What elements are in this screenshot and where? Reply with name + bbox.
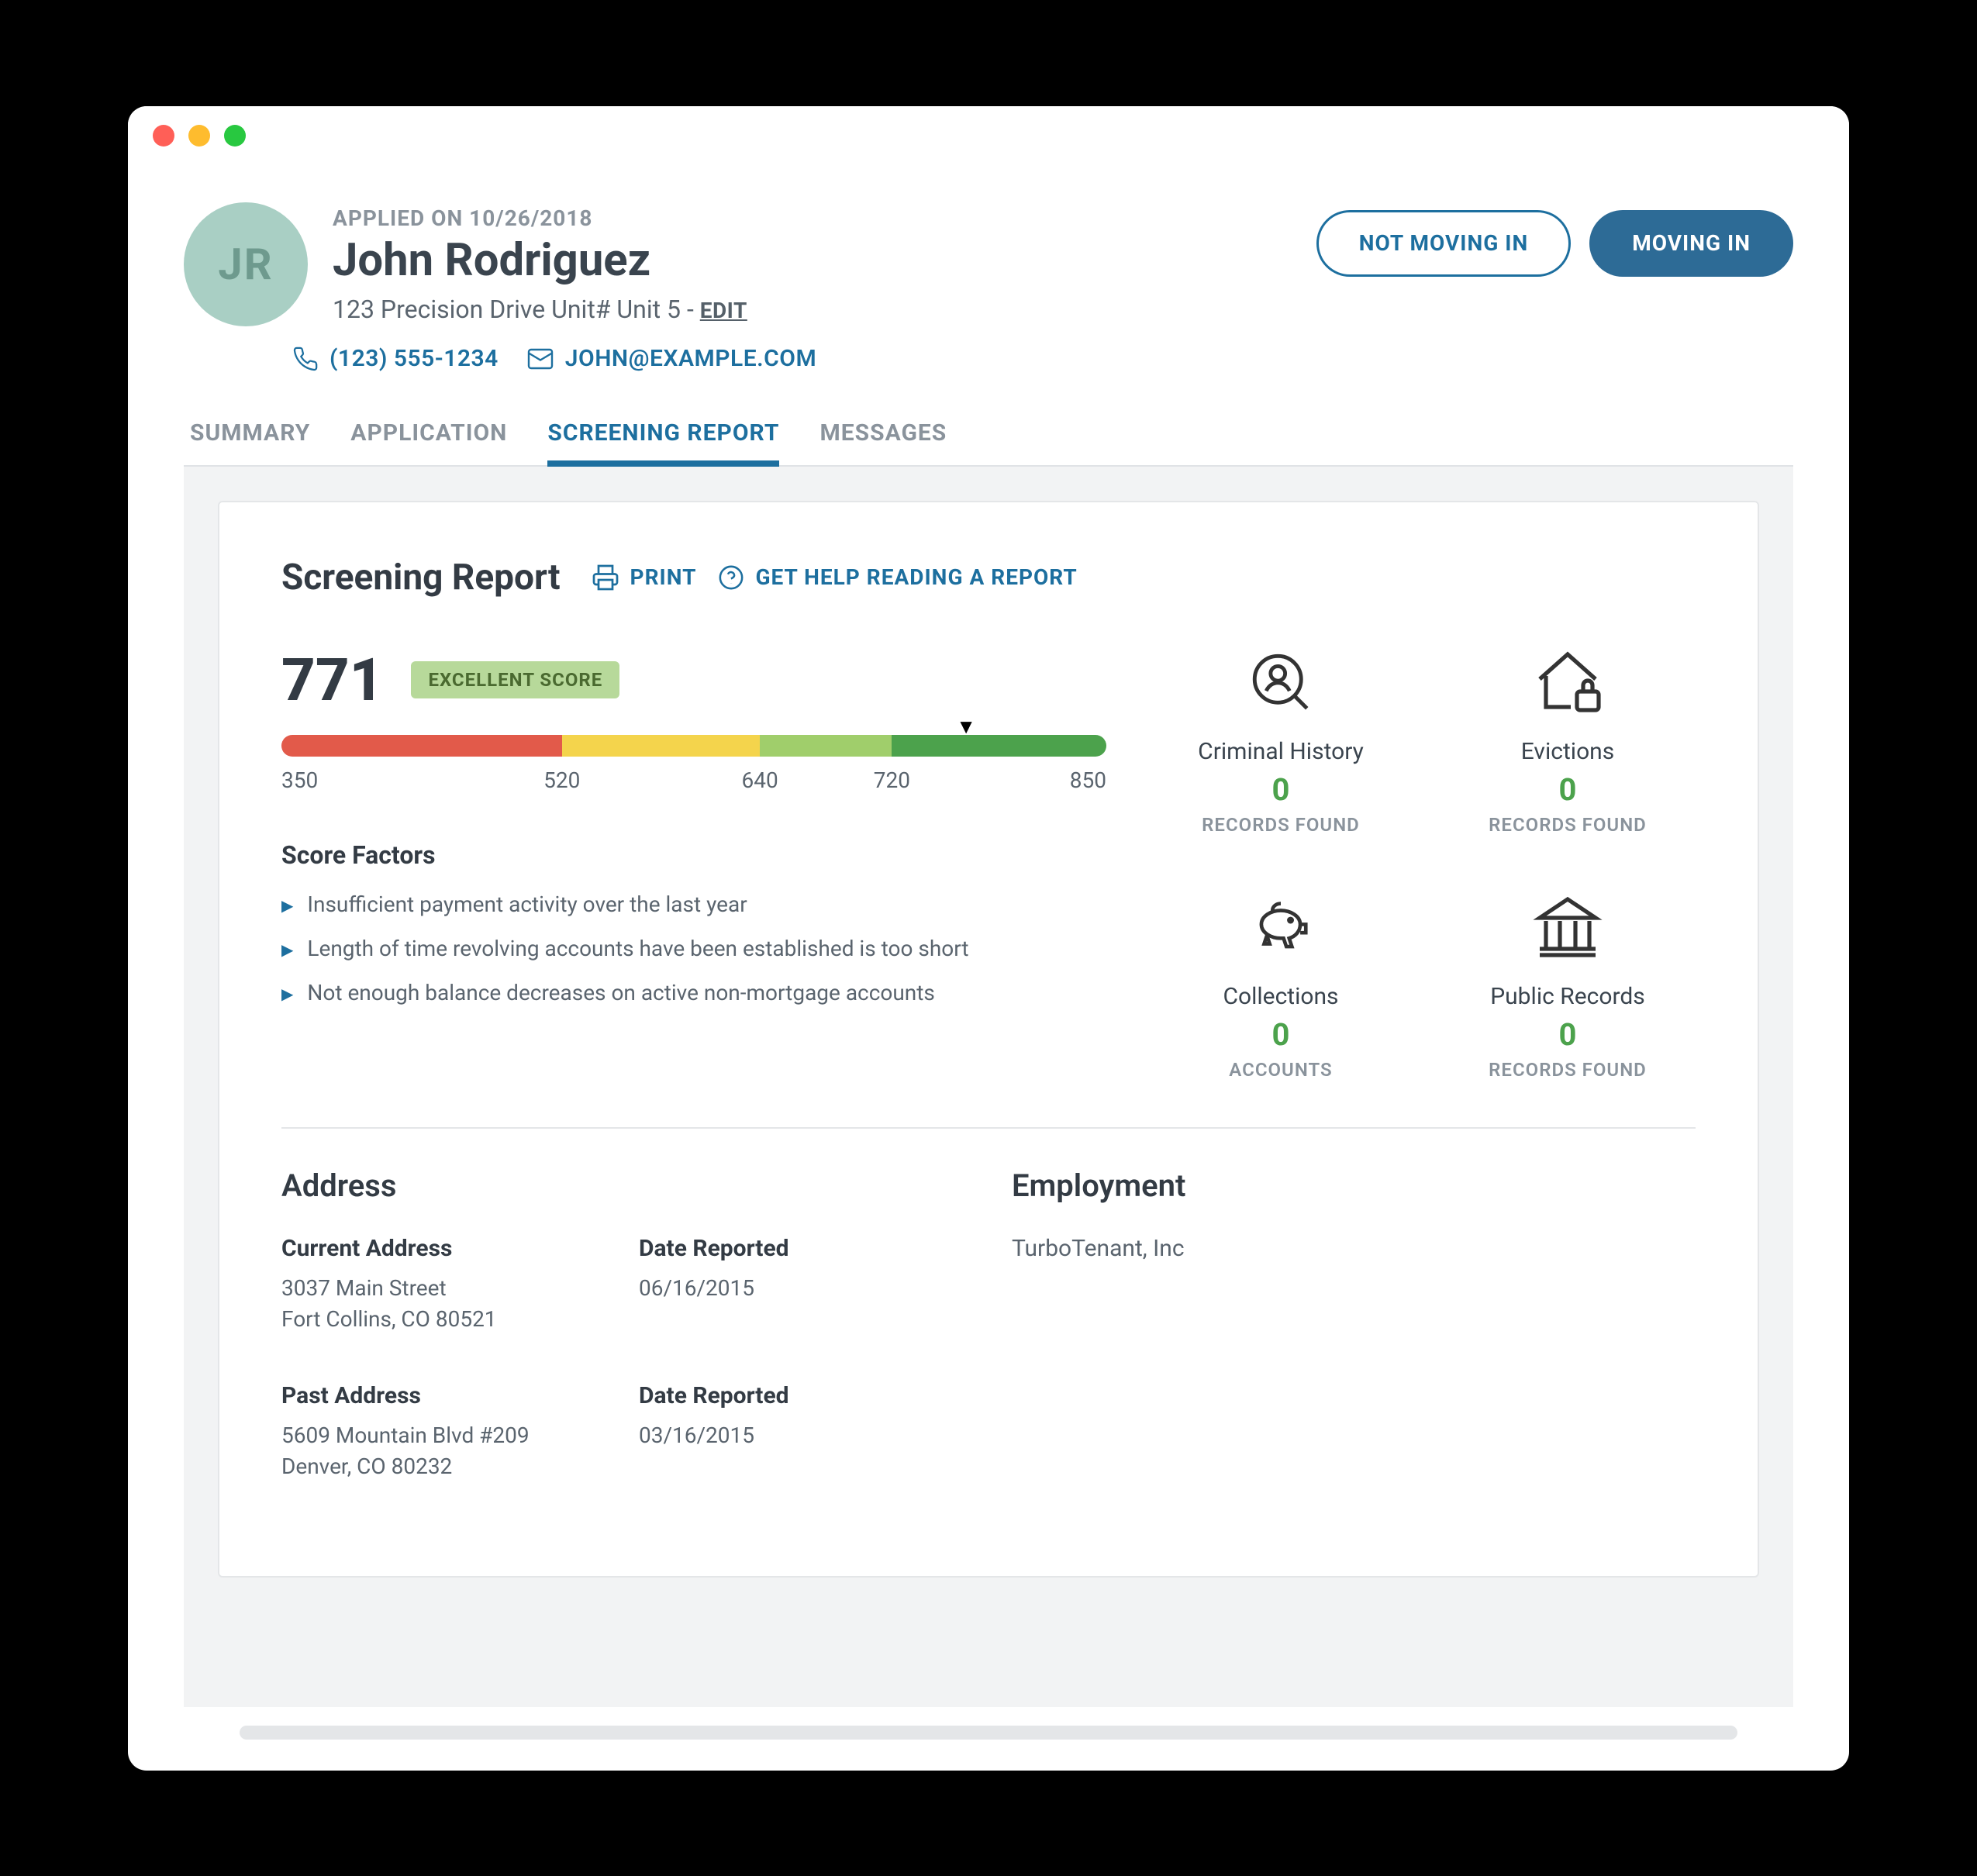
gauge-tick: 850 [1070,767,1106,793]
score-factor: ▶ Insufficient payment activity over the… [281,891,1106,917]
factor-text: Insufficient payment activity over the l… [307,891,747,917]
tab-screening-report[interactable]: SCREENING REPORT [547,404,779,465]
bullet-icon: ▶ [281,940,293,959]
help-label: GET HELP READING A REPORT [755,564,1077,590]
mail-icon [526,345,554,373]
house-lock-icon [1530,645,1605,719]
gauge-tick: 720 [874,767,910,793]
past-address-value: 5609 Mountain Blvd #209 Denver, CO 80232 [281,1420,608,1483]
score-gauge: ▼ 350 520 640 720 [281,735,1106,794]
email-link[interactable]: JOHN@EXAMPLE.COM [526,345,816,373]
piggy-bank-icon [1244,894,1318,960]
metric-value: 0 [1272,1016,1290,1053]
print-button[interactable]: PRINT [592,564,697,591]
current-address-label: Current Address [281,1235,608,1262]
email-text: JOHN@EXAMPLE.COM [565,345,816,372]
gauge-segment-good [760,735,892,757]
window-zoom-dot[interactable] [224,125,246,147]
score-factors-title: Score Factors [281,840,1106,870]
current-address-value: 3037 Main Street Fort Collins, CO 80521 [281,1273,608,1336]
applied-on-label: APPLIED ON 10/26/2018 [333,205,1292,231]
tab-summary[interactable]: SUMMARY [190,404,310,465]
metric-value: 0 [1272,771,1290,808]
current-date-reported: 06/16/2015 [639,1273,965,1305]
window-minimize-dot[interactable] [188,125,210,147]
gauge-marker-icon: ▼ [956,715,976,739]
applicant-name: John Rodriguez [333,234,1292,287]
address-line: 3037 Main Street [281,1273,608,1305]
bullet-icon: ▶ [281,985,293,1003]
metric-collections: Collections 0 ACCOUNTS [1153,890,1409,1081]
phone-text: (123) 555-1234 [330,345,499,372]
avatar: JR [184,202,308,326]
screening-report-card: Screening Report PRINT GET HELP READING … [218,501,1759,1578]
address-line: Denver, CO 80232 [281,1451,608,1483]
report-title: Screening Report [281,557,561,598]
window-titlebar [128,106,1849,165]
moving-in-button[interactable]: MOVING IN [1589,210,1793,277]
tab-messages[interactable]: MESSAGES [819,404,947,465]
metric-label: Evictions [1521,738,1614,765]
metric-sub: RECORDS FOUND [1202,814,1360,836]
metric-sub: ACCOUNTS [1229,1059,1332,1081]
address-line: Fort Collins, CO 80521 [281,1304,608,1336]
date-reported-label: Date Reported [639,1235,965,1262]
window-close-dot[interactable] [153,125,174,147]
not-moving-in-button[interactable]: NOT MOVING IN [1316,210,1571,277]
metric-sub: RECORDS FOUND [1489,1059,1647,1081]
horizontal-scrollbar[interactable] [240,1726,1737,1740]
address-section-title: Address [281,1167,965,1204]
phone-link[interactable]: (123) 555-1234 [292,345,499,372]
applicant-address: 123 Precision Drive Unit# Unit 5 - EDIT [333,295,1292,324]
printer-icon [592,564,619,591]
score-factor: ▶ Not enough balance decreases on active… [281,980,1106,1005]
date-reported-label: Date Reported [639,1382,965,1409]
edit-address-link[interactable]: EDIT [700,298,747,323]
metric-value: 0 [1559,771,1577,808]
metric-public-records: Public Records 0 RECORDS FOUND [1440,890,1696,1081]
address-line: 5609 Mountain Blvd #209 [281,1420,608,1452]
bank-icon [1530,890,1605,964]
tabs: SUMMARY APPLICATION SCREENING REPORT MES… [184,404,1793,467]
gauge-segment-fair [562,735,760,757]
metric-label: Collections [1223,983,1338,1010]
employment-value: TurboTenant, Inc [1012,1235,1696,1262]
metric-label: Criminal History [1198,738,1364,765]
employment-section-title: Employment [1012,1167,1696,1204]
address-text: 123 Precision Drive Unit# Unit 5 - [333,295,700,324]
metric-label: Public Records [1490,983,1645,1010]
divider [281,1127,1696,1129]
gauge-segment-poor [281,735,562,757]
past-address-label: Past Address [281,1382,608,1409]
metric-criminal-history: Criminal History 0 RECORDS FOUND [1153,645,1409,836]
score-badge: EXCELLENT SCORE [411,661,619,698]
factor-text: Not enough balance decreases on active n… [307,980,934,1005]
gauge-segment-excellent [892,735,1106,757]
metric-evictions: Evictions 0 RECORDS FOUND [1440,645,1696,836]
print-label: PRINT [630,564,697,590]
phone-icon [292,346,319,372]
gauge-tick: 350 [281,767,318,793]
bullet-icon: ▶ [281,896,293,915]
metric-value: 0 [1559,1016,1577,1053]
factor-text: Length of time revolving accounts have b… [307,936,968,961]
person-search-icon [1246,647,1316,717]
browser-window: JR APPLIED ON 10/26/2018 John Rodriguez … [128,106,1849,1771]
help-button[interactable]: GET HELP READING A REPORT [718,564,1077,591]
credit-score: 771 [281,645,383,715]
tab-application[interactable]: APPLICATION [350,404,507,465]
help-icon [718,564,744,591]
past-date-reported: 03/16/2015 [639,1420,965,1452]
metric-sub: RECORDS FOUND [1489,814,1647,836]
gauge-tick: 640 [742,767,778,793]
score-factor: ▶ Length of time revolving accounts have… [281,936,1106,961]
gauge-tick: 520 [543,767,580,793]
